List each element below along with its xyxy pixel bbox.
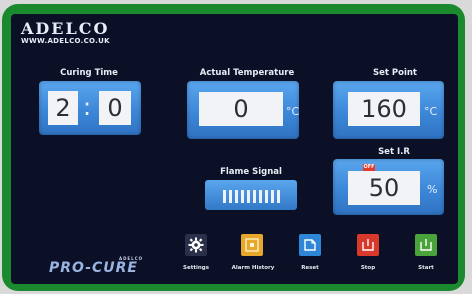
stop-button[interactable] — [357, 234, 379, 256]
curing-time-separator: : — [83, 93, 92, 121]
actual-temperature-value: 0 — [199, 92, 283, 126]
reset-icon — [304, 239, 316, 251]
actual-temperature-unit: °C — [286, 105, 300, 118]
actual-temperature-panel: 0 °C — [187, 81, 299, 139]
flame-signal-segment — [223, 190, 226, 203]
pro-cure-brand: PRO-CURE ADELCO — [49, 256, 142, 276]
flame-signal-segment — [265, 190, 268, 203]
curing-time-seconds[interactable]: 0 — [99, 91, 131, 125]
set-point-unit: °C — [424, 105, 438, 118]
hmi-screen: ADELCO WWW.ADELCO.CO.UK Curing Time 2 : … — [11, 14, 458, 284]
brand-sub: ADELCO — [119, 256, 144, 261]
curing-time-label: Curing Time — [60, 68, 118, 78]
set-ir-panel[interactable]: 50 % — [333, 159, 444, 215]
reset-button[interactable] — [299, 234, 321, 256]
flame-signal-segment — [253, 190, 256, 203]
settings-button-label: Settings — [183, 265, 209, 271]
flame-signal-segment — [229, 190, 232, 203]
set-ir-unit: % — [427, 183, 438, 196]
reset-button-label: Reset — [301, 265, 319, 271]
set-ir-off-badge[interactable]: OFF — [363, 164, 375, 171]
curing-time-minutes[interactable]: 2 — [48, 91, 78, 125]
brand-name: PRO-CURE — [49, 260, 138, 276]
start-button-label: Start — [418, 265, 434, 271]
flame-signal-bar-graph — [205, 180, 297, 210]
settings-button[interactable] — [185, 234, 207, 256]
set-point-value[interactable]: 160 — [348, 92, 420, 126]
alarm-history-button[interactable] — [241, 234, 263, 256]
stop-button-label: Stop — [360, 265, 376, 271]
alarm-history-icon — [245, 238, 259, 252]
stop-icon — [362, 239, 374, 251]
gear-icon — [188, 237, 204, 253]
logo-name: ADELCO — [21, 19, 110, 38]
flame-signal-label: Flame Signal — [220, 167, 282, 177]
start-button[interactable] — [415, 234, 437, 256]
flame-signal-segment — [271, 190, 274, 203]
set-ir-value[interactable]: 50 — [348, 171, 420, 205]
flame-signal-segment — [277, 190, 280, 203]
set-point-panel[interactable]: 160 °C — [333, 81, 444, 139]
flame-signal-segment — [259, 190, 262, 203]
alarm-history-button-label: Alarm History — [231, 265, 275, 271]
adelco-logo: ADELCO WWW.ADELCO.CO.UK — [21, 20, 110, 45]
curing-time-panel[interactable]: 2 : 0 — [39, 81, 141, 135]
start-icon — [420, 239, 432, 251]
actual-temperature-label: Actual Temperature — [199, 68, 295, 78]
flame-signal-segment — [247, 190, 250, 203]
flame-signal-segment — [241, 190, 244, 203]
logo-url: WWW.ADELCO.CO.UK — [21, 37, 110, 45]
flame-signal-segment — [235, 190, 238, 203]
set-ir-label: Set I.R — [378, 147, 410, 157]
set-point-label: Set Point — [372, 68, 417, 78]
